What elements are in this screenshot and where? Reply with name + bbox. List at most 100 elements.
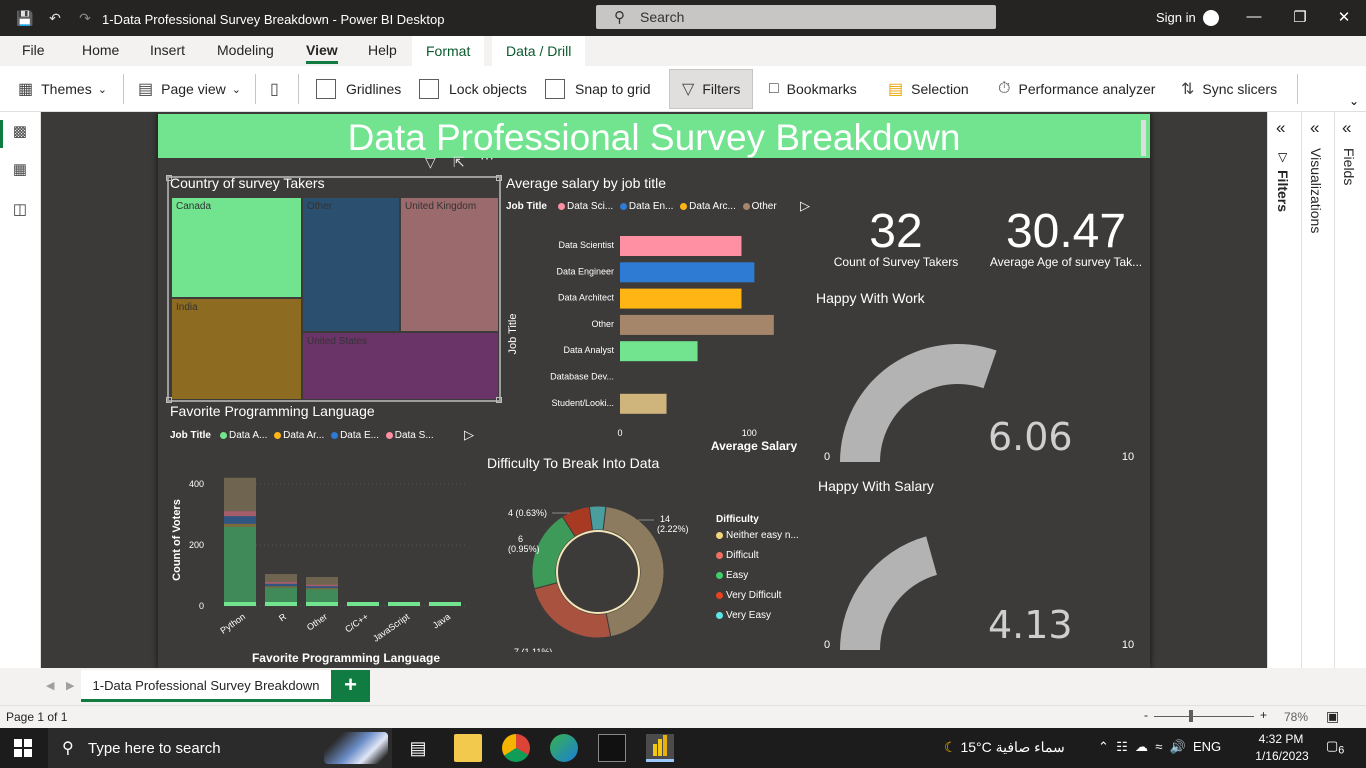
task-view-icon[interactable]: ▤ [404,734,432,762]
chrome-icon[interactable] [502,734,530,762]
collapse-fields-icon[interactable]: « [1342,118,1351,138]
gauge-min-label: 0 [824,639,830,651]
fields-pane[interactable]: « Fields [1334,112,1366,668]
y-axis-label: Job Title [507,314,519,355]
tab-home[interactable]: Home [82,42,119,58]
snap-to-grid-check-box[interactable] [545,79,565,99]
lock-objects-check-box[interactable] [419,79,439,99]
gridlines-check-box[interactable] [316,79,336,99]
taskbar-search-input[interactable]: ⚲ Type here to search [48,728,392,768]
donut-slice [588,505,607,531]
selection-icon: ▤ [888,81,904,98]
performance-analyzer-button[interactable]: ⏱ Performance analyzer [998,66,1155,112]
mobile-layout-button[interactable]: ▯ [270,66,287,112]
undo-icon[interactable]: ↶ [46,9,64,27]
gauge-fill-arc [840,536,937,650]
sync-slicers-label: Sync slicers [1202,81,1278,97]
file-explorer-icon[interactable] [454,734,482,762]
header-scrollbar[interactable] [1141,120,1146,156]
zoom-in-icon[interactable]: + [1260,708,1267,722]
model-view-icon[interactable]: ◫ [10,200,30,220]
collapse-visualizations-icon[interactable]: « [1310,118,1319,138]
treemap-visual[interactable]: Canada Other United Kingdom India United… [167,176,501,402]
salary-legend: Data Sci... Data En... Data Arc... Other [554,201,777,212]
treemap-cell-other[interactable]: Other [302,197,400,332]
bookmarks-button[interactable]: □ Bookmarks [769,66,857,112]
collapse-filters-icon[interactable]: « [1276,118,1285,138]
report-view-icon[interactable]: ▩ [10,122,30,142]
save-icon[interactable]: 💾 [16,9,34,27]
tab-file[interactable]: File [22,42,45,58]
weather-widget[interactable]: ☾ 15°C سماء صافية [944,739,1065,756]
clock-time[interactable]: 4:32 PM [1256,732,1306,746]
legend-next-icon[interactable]: ▷ [800,198,810,214]
tab-insert[interactable]: Insert [150,42,185,58]
visualizations-pane[interactable]: « Visualizations [1301,112,1334,668]
bar-category-label: Student/Looki... [551,398,614,408]
clock-date[interactable]: 1/16/2023 [1252,749,1312,763]
donut-legend-item: Easy [716,570,748,581]
chevron-down-icon: ⌄ [231,83,241,96]
gauge-max-label: 10 [1122,451,1134,463]
treemap-cell-india[interactable]: India [171,298,302,400]
stacked-column-segment [306,586,338,589]
system-tray[interactable]: ⌃ ☷ ☁ ≈ 🔊 ENG [1098,739,1221,755]
lock-objects-checkbox[interactable]: Lock objects [419,66,527,112]
next-page-icon[interactable]: ▶ [66,679,74,692]
visual-filter-icon[interactable]: ▽ [425,154,436,171]
ribbon-expand-icon[interactable]: ⌄ [1349,94,1359,108]
themes-button[interactable]: ▦ Themes ⌄ [18,66,107,112]
focus-mode-icon[interactable]: ⇱ [453,154,465,171]
zoom-slider-thumb[interactable] [1189,710,1193,722]
close-icon[interactable]: ✕ [1334,8,1354,26]
zoom-level[interactable]: 78% [1284,710,1308,724]
more-options-icon[interactable]: ⋯ [480,150,494,167]
restore-icon[interactable]: ❐ [1290,8,1310,26]
taskbar-search-placeholder: Type here to search [88,740,221,757]
edge-icon[interactable] [550,734,578,762]
page-view-button[interactable]: ▤ Page view ⌄ [138,66,241,112]
zoom-out-icon[interactable]: - [1144,708,1148,722]
powerbi-taskbar-icon[interactable] [646,734,674,762]
snap-to-grid-checkbox[interactable]: Snap to grid [545,66,651,112]
notification-badge[interactable]: ▢6 [1326,738,1346,758]
report-header: Data Professional Survey Breakdown [158,114,1150,158]
terminal-icon[interactable] [598,734,626,762]
data-view-icon[interactable]: ▦ [10,160,30,180]
minimize-icon[interactable]: — [1244,8,1264,25]
filters-button[interactable]: ▽ Filters [669,69,754,109]
legend-next-icon[interactable]: ▷ [464,427,474,443]
resize-handle[interactable] [496,175,502,181]
search-placeholder: Search [640,9,685,25]
prev-page-icon[interactable]: ◀ [46,679,54,692]
tab-modeling[interactable]: Modeling [217,42,274,58]
treemap-cell-canada[interactable]: Canada [171,197,302,298]
y-tick-label: 200 [189,540,204,550]
bookmark-icon: □ [769,80,779,97]
treemap-cell-united-kingdom[interactable]: United Kingdom [400,197,499,332]
sign-in-link[interactable]: Sign in [1156,10,1196,25]
page-tab[interactable]: 1-Data Professional Survey Breakdown [81,670,331,702]
zoom-slider[interactable] [1154,716,1254,717]
tab-data-drill[interactable]: Data / Drill [492,36,586,66]
tab-format[interactable]: Format [412,36,485,66]
add-page-button[interactable]: + [331,670,370,702]
filters-pane[interactable]: « ▽ Filters [1267,112,1301,668]
report-canvas: Data Professional Survey Breakdown ▽ ⇱ ⋯… [41,112,1267,668]
resize-handle[interactable] [496,397,502,403]
resize-handle[interactable] [166,175,172,181]
language-indicator[interactable]: ENG [1193,739,1221,754]
search-input[interactable]: ⚲ Search [596,5,996,29]
redo-icon[interactable]: ↷ [76,9,94,27]
gridlines-checkbox[interactable]: Gridlines [316,66,401,112]
lock-objects-label: Lock objects [449,81,527,97]
treemap-cell-united-states[interactable]: United States [302,332,499,400]
bar-category-label: Data Engineer [556,266,614,276]
selection-button[interactable]: ▤ Selection [888,66,969,112]
start-button[interactable] [14,739,32,757]
tab-view[interactable]: View [306,42,338,64]
tab-help[interactable]: Help [368,42,397,58]
fit-to-page-icon[interactable]: ▣ [1326,708,1339,725]
avatar[interactable] [1203,10,1219,26]
sync-slicers-button[interactable]: ⇅ Sync slicers [1181,66,1277,112]
